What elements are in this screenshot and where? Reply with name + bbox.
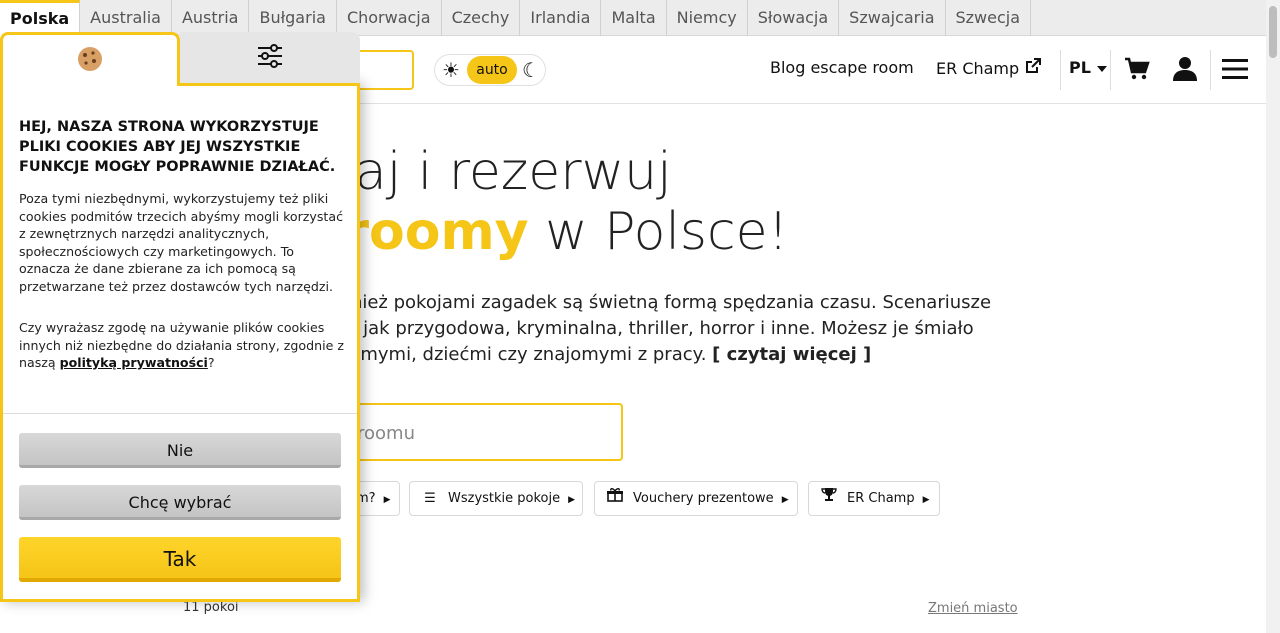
cookie-separator	[3, 413, 357, 414]
header-divider	[1210, 50, 1211, 90]
external-link-icon	[1025, 58, 1042, 78]
caret-right-icon: ▶	[568, 495, 576, 505]
chip-all-rooms[interactable]: ☰ Wszystkie pokoje ▶	[409, 481, 583, 516]
list-icon: ☰	[424, 491, 436, 506]
chevron-down-icon	[1096, 66, 1107, 72]
country-tab-austria[interactable]: Austria	[172, 0, 250, 36]
chip-vouchers[interactable]: Vouchery prezentowe ▶	[594, 481, 798, 516]
nav-er-champ-label: ER Champ	[936, 59, 1020, 78]
country-tab-niemcy[interactable]: Niemcy	[667, 0, 748, 36]
header-divider	[1060, 50, 1061, 90]
chip-label: ER Champ	[847, 491, 915, 506]
cookie-no-button[interactable]: Nie	[19, 433, 341, 468]
country-tabs: Polska Australia Austria Bułgaria Chorwa…	[0, 0, 1266, 36]
cart-icon[interactable]	[1124, 56, 1150, 82]
chip-label: Wszystkie pokoje	[448, 491, 561, 506]
trophy-icon	[819, 482, 839, 515]
sun-icon[interactable]: ☀	[435, 58, 467, 82]
change-city-link[interactable]: Zmień miasto	[928, 601, 1018, 616]
country-tab-czechy[interactable]: Czechy	[442, 0, 521, 36]
cookie-tab-info[interactable]	[0, 32, 180, 86]
cookie-icon	[78, 47, 102, 71]
nav-blog-link[interactable]: Blog escape room	[770, 58, 914, 77]
country-tab-polska[interactable]: Polska	[0, 0, 81, 36]
theme-toggle[interactable]: ☀ auto ☾	[434, 54, 546, 86]
hero-title-line2: e roomy w Polsce!	[290, 202, 788, 262]
cookie-consent-panel: HEJ, NASZA STRONA WYKORZYSTUJE PLIKI COO…	[0, 32, 360, 602]
country-tab-australia[interactable]: Australia	[80, 0, 172, 36]
privacy-policy-link[interactable]: polityką prywatności	[60, 355, 208, 370]
gift-icon	[605, 482, 625, 515]
country-tab-irlandia[interactable]: Irlandia	[520, 0, 602, 36]
country-tab-malta[interactable]: Malta	[601, 0, 667, 36]
chip-er-champ[interactable]: ER Champ ▶	[808, 481, 940, 516]
hamburger-menu-icon[interactable]	[1222, 56, 1248, 82]
cookie-tab-border	[177, 83, 360, 86]
user-icon[interactable]	[1172, 56, 1198, 82]
cookie-description: Poza tymi niezbędnymi, wykorzystujemy te…	[19, 191, 343, 294]
country-tab-szwecja[interactable]: Szwecja	[946, 0, 1032, 36]
caret-right-icon: ▶	[922, 495, 930, 505]
cookie-title: HEJ, NASZA STRONA WYKORZYSTUJE PLIKI COO…	[19, 119, 336, 175]
moon-icon[interactable]: ☾	[517, 58, 545, 82]
hero-desc-line: ne również pokojami zagadek są świetną f…	[290, 292, 992, 313]
cookie-question-end: ?	[207, 355, 215, 370]
caret-right-icon: ▶	[781, 495, 789, 505]
cookie-yes-button[interactable]: Tak	[19, 537, 341, 582]
sliders-icon	[258, 44, 282, 68]
country-tab-szwajcaria[interactable]: Szwajcaria	[839, 0, 946, 36]
caret-right-icon: ▶	[383, 495, 391, 505]
hero-title-line1: ądaj i rezerwuj	[290, 142, 672, 202]
country-tab-slowacja[interactable]: Słowacja	[748, 0, 840, 36]
cookie-choose-button[interactable]: Chcę wybrać	[19, 485, 341, 520]
country-tab-bulgaria[interactable]: Bułgaria	[249, 0, 337, 36]
country-tab-chorwacja[interactable]: Chorwacja	[337, 0, 442, 36]
theme-auto-button[interactable]: auto	[467, 56, 517, 84]
cookie-consent-question: Czy wyrażasz zgodę na używanie plików co…	[19, 319, 345, 372]
hero-description: ne również pokojami zagadek są świetną f…	[290, 290, 1070, 368]
hero-desc-line: ą, znajomymi, dziećmi czy znajomymi z pr…	[290, 342, 1070, 368]
hero-title-rest: w Polsce!	[528, 202, 789, 262]
chip-label: Vouchery prezentowe	[633, 491, 774, 506]
read-more-link[interactable]: [ czytaj więcej ]	[712, 344, 871, 365]
nav-er-champ-link[interactable]: ER Champ	[936, 58, 1042, 78]
rooms-count: 11 pokoi	[183, 600, 239, 615]
page-scrollbar[interactable]	[1266, 0, 1280, 633]
hero-title: ądaj i rezerwuj e roomy w Polsce!	[290, 142, 788, 262]
language-label: PL	[1069, 58, 1091, 77]
hero-desc-line: matyki, jak przygodowa, kryminalna, thri…	[290, 318, 974, 339]
cookie-tab-settings[interactable]	[180, 32, 360, 84]
scrollbar-thumb[interactable]	[1269, 6, 1277, 58]
language-selector[interactable]: PL	[1069, 58, 1107, 77]
cookie-body: HEJ, NASZA STRONA WYKORZYSTUJE PLIKI COO…	[0, 83, 360, 602]
header-divider	[1110, 50, 1111, 90]
